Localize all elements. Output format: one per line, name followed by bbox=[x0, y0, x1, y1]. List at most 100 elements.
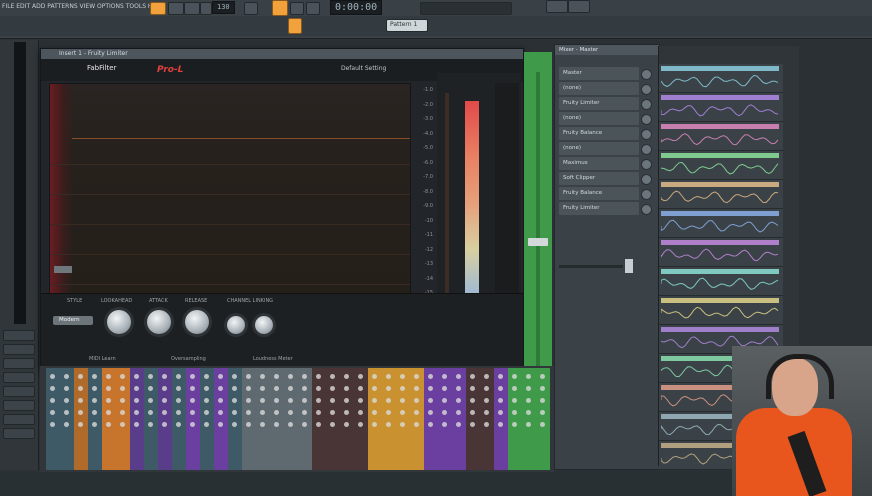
mixer-route-dot[interactable] bbox=[316, 386, 321, 391]
mixer-route-dot[interactable] bbox=[456, 398, 461, 403]
mixer-insert-channel[interactable] bbox=[172, 368, 186, 470]
playlist-track[interactable] bbox=[659, 267, 783, 296]
snap-button[interactable] bbox=[288, 18, 302, 34]
mixer-route-dot[interactable] bbox=[526, 422, 531, 427]
mixer-route-dot[interactable] bbox=[204, 398, 209, 403]
mixer-route-dot[interactable] bbox=[134, 398, 139, 403]
mixer-insert-channel[interactable] bbox=[494, 368, 508, 470]
mixer-route-dot[interactable] bbox=[330, 398, 335, 403]
slot-panel-fader[interactable] bbox=[559, 265, 623, 268]
mixer-route-dot[interactable] bbox=[92, 386, 97, 391]
mixer-route-dot[interactable] bbox=[190, 386, 195, 391]
mixer-insert-channel[interactable] bbox=[186, 368, 200, 470]
mixer-route-dot[interactable] bbox=[218, 374, 223, 379]
mixer-route-dot[interactable] bbox=[344, 422, 349, 427]
slot-mix-knob[interactable] bbox=[641, 114, 652, 125]
mixer-route-dot[interactable] bbox=[372, 374, 377, 379]
mixer-insert-channel[interactable] bbox=[270, 368, 284, 470]
mixer-insert-channel[interactable] bbox=[144, 368, 158, 470]
effect-slot[interactable]: Fruity Balance bbox=[559, 127, 639, 140]
mixer-route-dot[interactable] bbox=[526, 410, 531, 415]
mixer-route-dot[interactable] bbox=[218, 386, 223, 391]
mixer-route-dot[interactable] bbox=[428, 374, 433, 379]
slot-mix-knob[interactable] bbox=[641, 174, 652, 185]
mixer-insert-channel[interactable] bbox=[46, 368, 60, 470]
mixer-route-dot[interactable] bbox=[372, 410, 377, 415]
mixer-route-dot[interactable] bbox=[484, 374, 489, 379]
mixer-route-dot[interactable] bbox=[162, 422, 167, 427]
mixer-route-dot[interactable] bbox=[344, 410, 349, 415]
mixer-route-dot[interactable] bbox=[414, 422, 419, 427]
effect-slot[interactable]: Fruity Balance bbox=[559, 187, 639, 200]
mixer-route-dot[interactable] bbox=[400, 386, 405, 391]
mixer-insert-channel[interactable] bbox=[242, 368, 256, 470]
left-strip-button-8[interactable] bbox=[3, 428, 35, 439]
mixer-route-dot[interactable] bbox=[120, 398, 125, 403]
slot-mix-knob[interactable] bbox=[641, 99, 652, 110]
mixer-insert-channel[interactable] bbox=[158, 368, 172, 470]
mixer-route-dot[interactable] bbox=[260, 410, 265, 415]
mixer-route-dot[interactable] bbox=[358, 386, 363, 391]
mixer-route-dot[interactable] bbox=[246, 422, 251, 427]
slot-mix-knob[interactable] bbox=[641, 189, 652, 200]
mixer-route-dot[interactable] bbox=[330, 410, 335, 415]
mixer-route-dot[interactable] bbox=[372, 398, 377, 403]
mixer-route-dot[interactable] bbox=[540, 422, 545, 427]
mixer-route-dot[interactable] bbox=[78, 398, 83, 403]
mixer-insert-channel[interactable] bbox=[368, 368, 382, 470]
style-selector[interactable]: Modern bbox=[53, 316, 93, 325]
mixer-insert-channel[interactable] bbox=[382, 368, 396, 470]
mixer-route-dot[interactable] bbox=[162, 410, 167, 415]
mixer-route-dot[interactable] bbox=[302, 410, 307, 415]
mixer-route-dot[interactable] bbox=[330, 386, 335, 391]
slot-mix-knob[interactable] bbox=[641, 84, 652, 95]
mixer-route-dot[interactable] bbox=[134, 374, 139, 379]
mixer-route-dot[interactable] bbox=[386, 422, 391, 427]
mixer-route-dot[interactable] bbox=[232, 374, 237, 379]
mixer-route-dot[interactable] bbox=[288, 374, 293, 379]
mixer-route-dot[interactable] bbox=[302, 374, 307, 379]
mixer-route-dot[interactable] bbox=[246, 374, 251, 379]
mixer-route-dot[interactable] bbox=[176, 398, 181, 403]
mixer-route-dot[interactable] bbox=[92, 398, 97, 403]
playlist-track[interactable] bbox=[659, 151, 783, 180]
mixer-route-dot[interactable] bbox=[442, 398, 447, 403]
mixer-route-dot[interactable] bbox=[148, 374, 153, 379]
mixer-route-dot[interactable] bbox=[106, 422, 111, 427]
footer-loudness-meter[interactable]: Loudness Meter bbox=[253, 356, 293, 362]
mixer-insert-channel[interactable] bbox=[410, 368, 424, 470]
mixer-route-dot[interactable] bbox=[498, 386, 503, 391]
lookahead-knob[interactable] bbox=[107, 310, 131, 334]
footer-oversampling[interactable]: Oversampling bbox=[171, 356, 206, 362]
playlist-track[interactable] bbox=[659, 122, 783, 151]
mixer-route-dot[interactable] bbox=[50, 422, 55, 427]
mixer-route-dot[interactable] bbox=[50, 386, 55, 391]
mixer-route-dot[interactable] bbox=[274, 422, 279, 427]
preset-name[interactable]: Default Setting bbox=[341, 65, 386, 72]
playlist-track[interactable] bbox=[659, 296, 783, 325]
mixer-route-dot[interactable] bbox=[162, 398, 167, 403]
mixer-route-dot[interactable] bbox=[484, 410, 489, 415]
mixer-route-dot[interactable] bbox=[344, 398, 349, 403]
mixer-route-dot[interactable] bbox=[400, 374, 405, 379]
mixer-route-dot[interactable] bbox=[162, 386, 167, 391]
mixer-route-dot[interactable] bbox=[512, 386, 517, 391]
mixer-insert-channel[interactable] bbox=[228, 368, 242, 470]
mixer-route-dot[interactable] bbox=[120, 422, 125, 427]
mixer-route-dot[interactable] bbox=[120, 410, 125, 415]
mixer-route-dot[interactable] bbox=[190, 422, 195, 427]
mixer-route-dot[interactable] bbox=[358, 374, 363, 379]
mixer-route-dot[interactable] bbox=[120, 386, 125, 391]
mixer-route-dot[interactable] bbox=[260, 422, 265, 427]
mixer-route-dot[interactable] bbox=[484, 398, 489, 403]
blend-notes-button[interactable] bbox=[306, 2, 320, 15]
mixer-route-dot[interactable] bbox=[274, 398, 279, 403]
record-button[interactable] bbox=[200, 2, 212, 15]
mixer-route-dot[interactable] bbox=[232, 398, 237, 403]
mixer-route-dot[interactable] bbox=[92, 410, 97, 415]
mixer-route-dot[interactable] bbox=[470, 422, 475, 427]
graph-input-button[interactable] bbox=[54, 266, 72, 273]
mixer-route-dot[interactable] bbox=[512, 374, 517, 379]
mixer-route-dot[interactable] bbox=[204, 386, 209, 391]
mixer-insert-channel[interactable] bbox=[340, 368, 354, 470]
